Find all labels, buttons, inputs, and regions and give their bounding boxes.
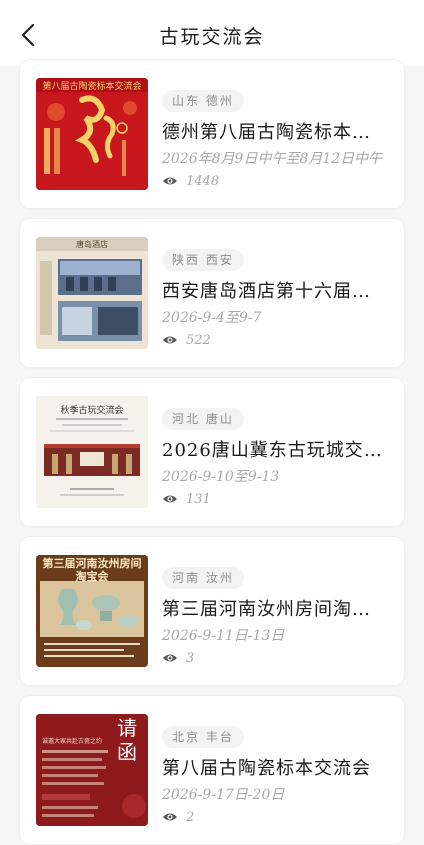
location-tag: 河南 汝州 — [162, 567, 244, 589]
event-poster: 第八届古陶瓷标本交流会 — [36, 78, 148, 190]
top-bar: 古玩交流会 — [0, 0, 424, 66]
view-count: 2 — [162, 807, 194, 827]
view-count: 1448 — [162, 171, 219, 191]
eye-icon — [163, 495, 177, 503]
view-count-value: 2 — [186, 809, 195, 825]
location-tag: 山东 德州 — [162, 90, 244, 112]
event-poster: 唐岛酒店 — [36, 237, 148, 349]
event-poster: 第三届河南汝州房间淘宝会 — [36, 555, 148, 667]
location-tag: 河北 唐山 — [162, 408, 244, 430]
event-poster: 秋季古玩交流会 — [36, 396, 148, 508]
event-date: 2026-9-11日-13日 — [162, 628, 285, 644]
event-card[interactable]: 第三届河南汝州房间淘宝会 河南 汝州 第三届河南汝州房间淘宝盛会 2026-9-… — [20, 537, 404, 685]
poster-big-text: 请函 — [117, 716, 137, 764]
view-count: 3 — [162, 648, 194, 668]
location-tag: 北京 丰台 — [162, 726, 244, 748]
view-count: 522 — [162, 330, 211, 350]
event-card[interactable]: 秋季古玩交流会 河北 唐山 2026唐山冀东古玩城交流会 2026-9-10至9… — [20, 378, 404, 526]
poster-headline: 第八届古陶瓷标本交流会 — [42, 82, 142, 92]
eye-icon — [163, 336, 177, 344]
location-tag: 陕西 西安 — [162, 249, 244, 271]
event-title: 2026唐山冀东古玩城交流会 — [162, 440, 384, 461]
event-date: 2026-9-10至9-13 — [162, 469, 280, 485]
eye-icon — [163, 654, 177, 662]
poster-headline: 唐岛酒店 — [76, 240, 108, 249]
eye-icon — [163, 177, 177, 185]
event-title: 第八届古陶瓷标本交流会 — [162, 758, 371, 779]
view-count-value: 3 — [186, 650, 195, 666]
event-date: 2026-9-4至9-7 — [162, 310, 262, 326]
event-title: 西安唐岛酒店第十六届老物件交流会 — [162, 281, 384, 302]
poster-headline: 第三届河南汝州房间淘宝会 — [42, 557, 142, 583]
view-count-value: 131 — [186, 491, 211, 507]
event-date: 2026-9-17日-20日 — [162, 787, 285, 803]
event-date: 2026年8月9日中午至8月12日中午 — [162, 151, 383, 167]
poster-headline: 秋季古玩交流会 — [60, 406, 124, 416]
eye-icon — [163, 813, 177, 821]
event-title: 第三届河南汝州房间淘宝盛会 — [162, 599, 384, 620]
event-title: 德州第八届古陶瓷标本交流会 — [162, 122, 384, 143]
event-poster: 请函 诚邀大家共赴古瓷之约 — [36, 714, 148, 826]
view-count-value: 522 — [186, 332, 211, 348]
view-count: 131 — [162, 489, 211, 509]
page-title: 古玩交流会 — [159, 26, 265, 48]
event-card[interactable]: 请函 诚邀大家共赴古瓷之约 北京 丰台 第八届古陶瓷标本交流会 2026-9-1… — [20, 696, 404, 844]
view-count-value: 1448 — [186, 173, 220, 189]
poster-headline: 诚邀大家共赴古瓷之约 — [42, 738, 103, 745]
event-card[interactable]: 唐岛酒店 陕西 西安 西安唐岛酒店第十六届老物件交流会 2026-9-4至9-7… — [20, 219, 404, 367]
event-card[interactable]: 第八届古陶瓷标本交流会 山东 德州 德州第八届古陶瓷标本交流会 2026年8月9… — [20, 60, 404, 208]
